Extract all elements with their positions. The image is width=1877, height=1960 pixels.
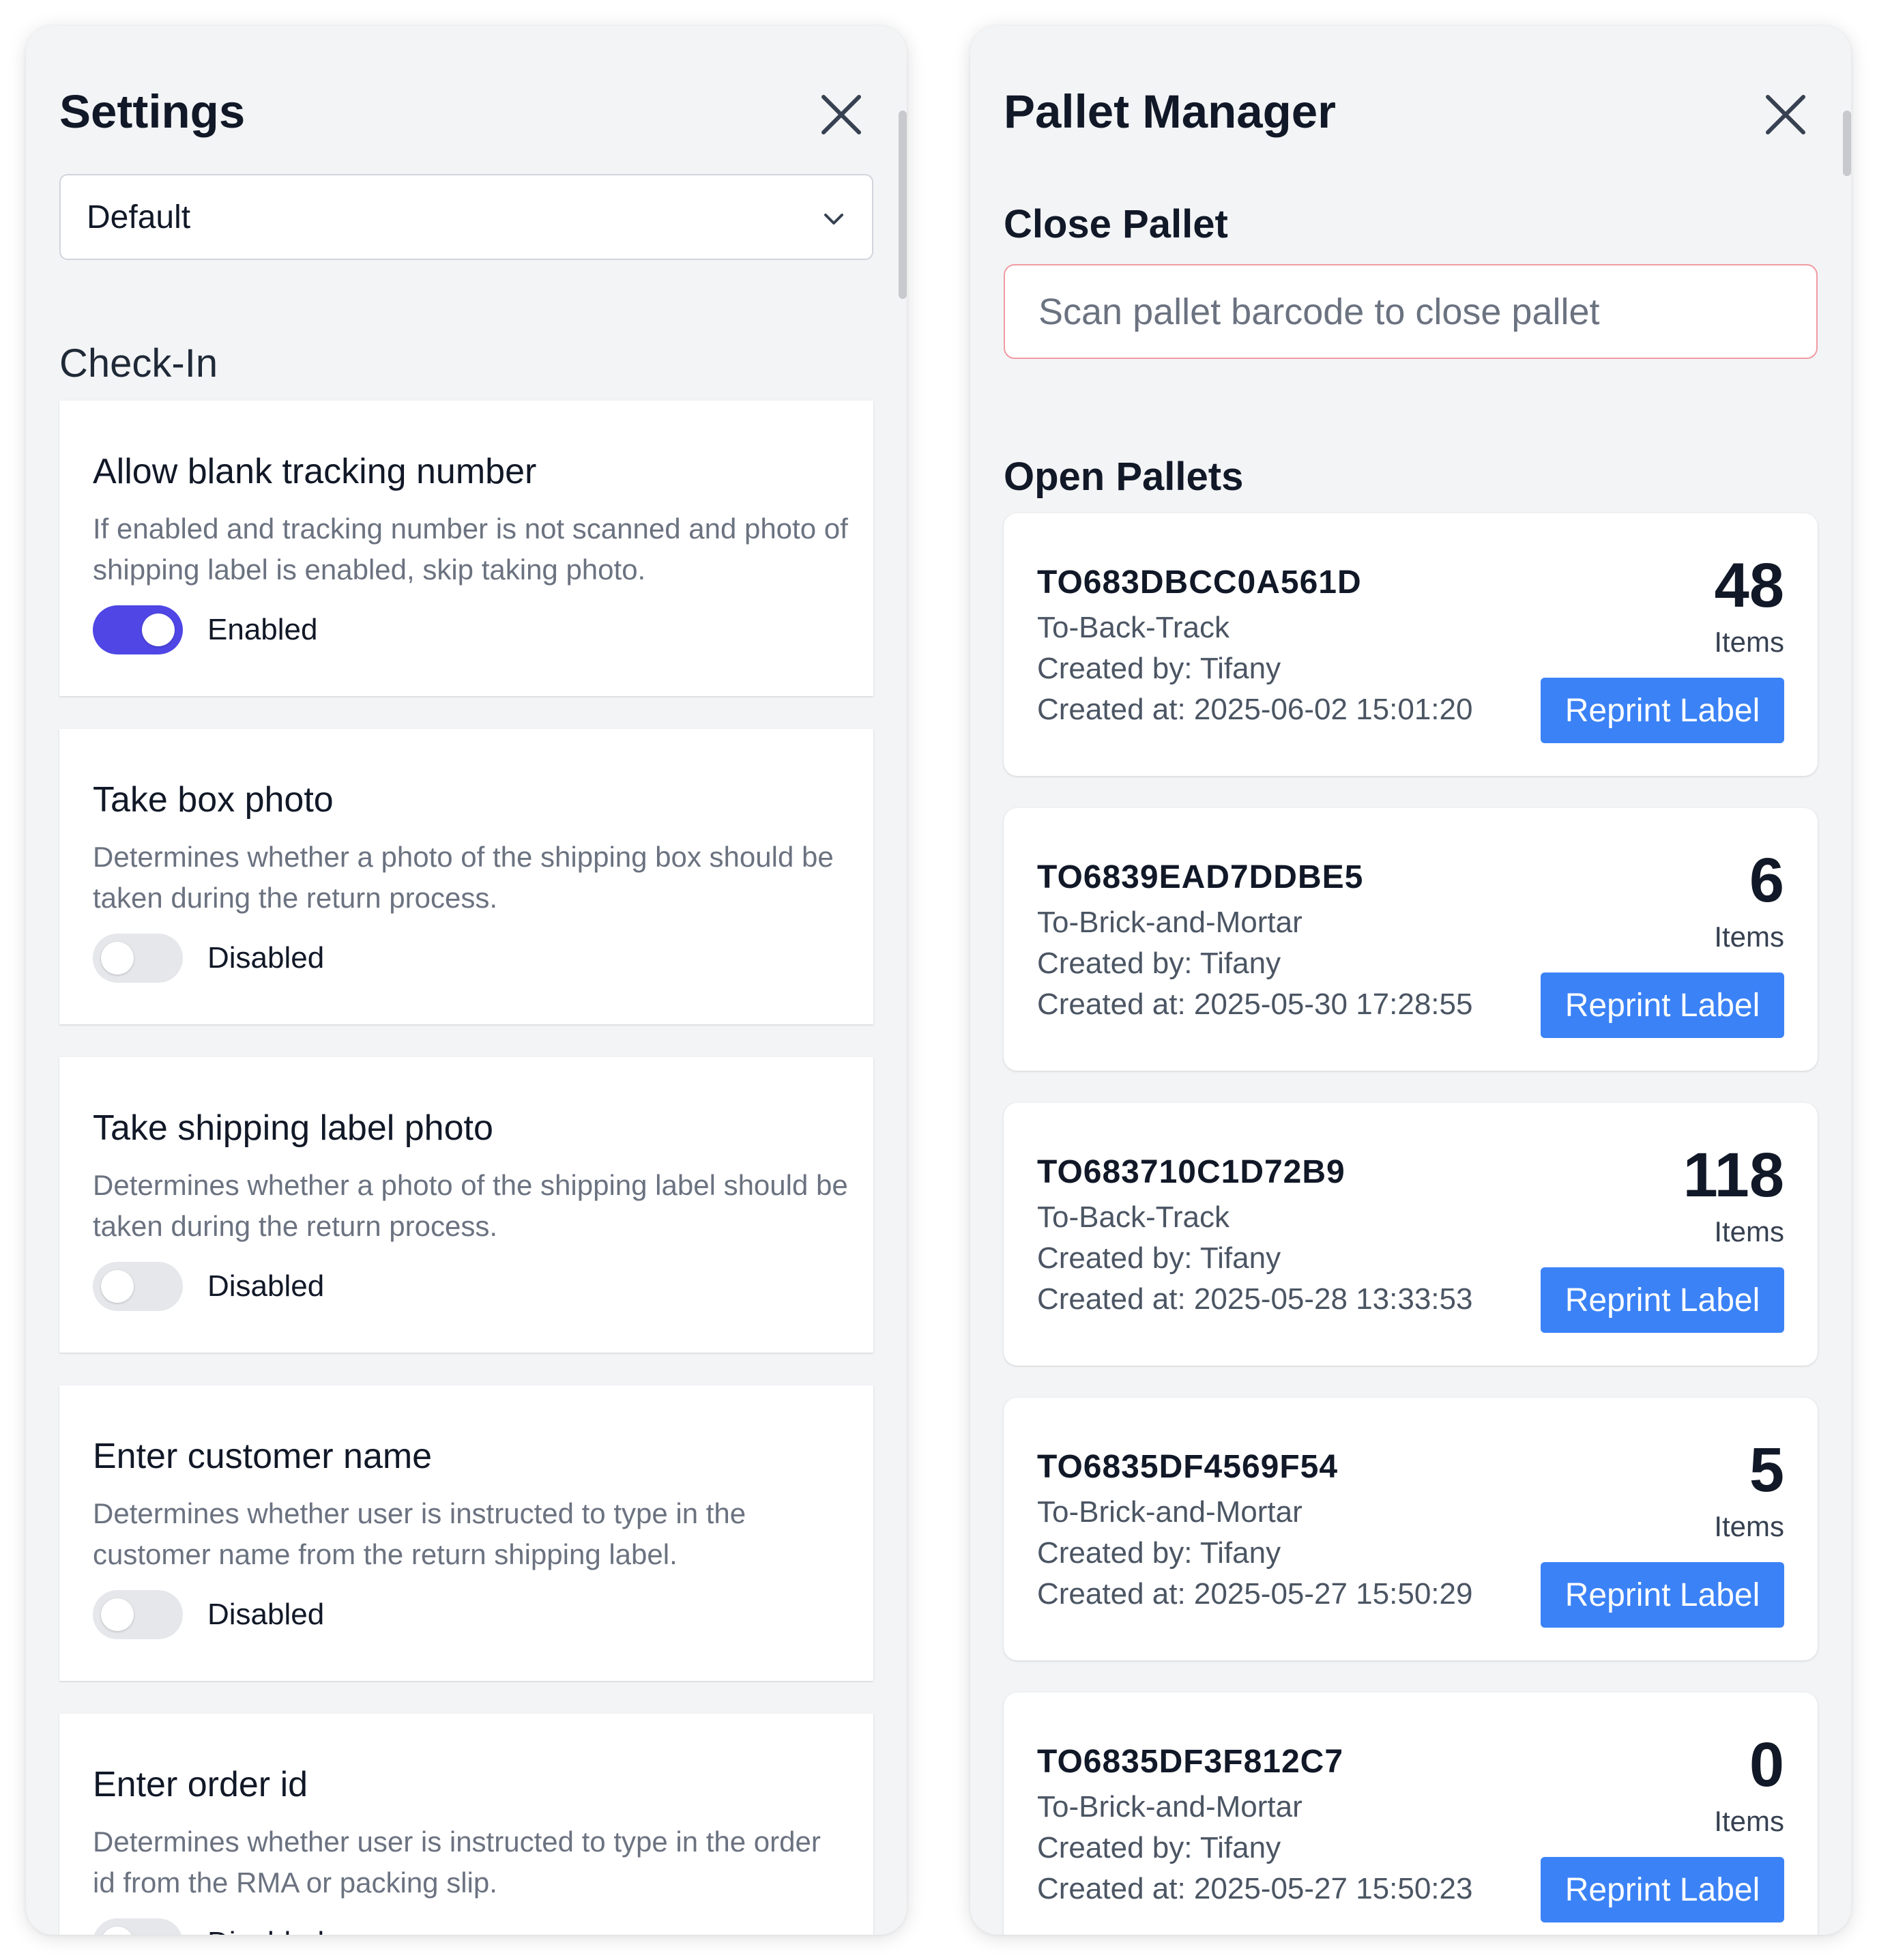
- open-pallets-heading: Open Pallets: [1004, 455, 1244, 499]
- setting-description: Determines whether a photo of the shippi…: [93, 1169, 848, 1242]
- pallet-card: TO6835DF3F812C7 To-Brick-and-Mortar Crea…: [1004, 1692, 1818, 1935]
- pallet-manager-close-button[interactable]: [1765, 94, 1806, 135]
- pallet-destination: To-Back-Track: [1037, 1200, 1229, 1234]
- setting-description: If enabled and tracking number is not sc…: [93, 513, 848, 586]
- toggle-status: Disabled: [207, 941, 325, 975]
- pallet-created-by: Created by: Tifany: [1037, 652, 1281, 685]
- pallet-id: TO6835DF3F812C7: [1037, 1744, 1344, 1780]
- reprint-label-button[interactable]: Reprint Label: [1541, 1857, 1784, 1922]
- pallet-card: TO683DBCC0A561D To-Back-Track Created by…: [1004, 513, 1818, 776]
- pallet-destination: To-Back-Track: [1037, 611, 1229, 644]
- close-pallet-heading: Close Pallet: [1004, 202, 1228, 246]
- setting-title: Take shipping label photo: [93, 1108, 493, 1148]
- pallet-item-count: 6: [1749, 846, 1784, 915]
- pallet-id: TO683710C1D72B9: [1037, 1154, 1345, 1190]
- settings-panel: Settings Default Check-In Allow blank tr…: [26, 26, 907, 1935]
- pallet-card: TO6835DF4569F54 To-Brick-and-Mortar Crea…: [1004, 1398, 1818, 1660]
- toggle-knob: [101, 1598, 134, 1631]
- setting-description: Determines whether a photo of the shippi…: [93, 841, 834, 914]
- toggle-knob: [101, 1270, 134, 1303]
- setting-toggle-row[interactable]: Disabled: [93, 1590, 324, 1639]
- pallet-items-label: Items: [1714, 1215, 1784, 1248]
- toggle-status: Disabled: [207, 1598, 325, 1631]
- pallet-created-at: Created at: 2025-05-30 17:28:55: [1037, 988, 1473, 1021]
- pallet-destination: To-Brick-and-Mortar: [1037, 1495, 1303, 1529]
- setting-title: Enter customer name: [93, 1437, 433, 1476]
- pallet-items-label: Items: [1714, 626, 1784, 658]
- pallet-created-by: Created by: Tifany: [1037, 1536, 1281, 1570]
- pallet-created-by: Created by: Tifany: [1037, 1241, 1281, 1275]
- pallet-created-by: Created by: Tifany: [1037, 947, 1281, 980]
- settings-scrollbar[interactable]: [899, 111, 907, 299]
- toggle-switch[interactable]: [93, 605, 183, 654]
- check-in-heading: Check-In: [59, 341, 218, 386]
- pallet-destination: To-Brick-and-Mortar: [1037, 906, 1303, 939]
- pallet-item-count: 0: [1749, 1730, 1784, 1800]
- pallet-card: TO6839EAD7DDBE5 To-Brick-and-Mortar Crea…: [1004, 808, 1818, 1071]
- pallet-item-count: 118: [1683, 1140, 1784, 1210]
- pallet-id: TO683DBCC0A561D: [1037, 564, 1362, 601]
- pallet-created-by: Created by: Tifany: [1037, 1831, 1281, 1864]
- close-icon: [1766, 95, 1805, 134]
- pallet-manager-panel: Pallet Manager Close Pallet Open Pallets…: [970, 26, 1851, 1935]
- setting-description: Determines whether user is instructed to…: [93, 1497, 746, 1570]
- setting-card-take-box-photo: Take box photo Determines whether a phot…: [59, 729, 873, 1024]
- close-icon: [821, 95, 861, 134]
- toggle-status: Disabled: [207, 1269, 325, 1303]
- setting-title: Take box photo: [93, 780, 334, 820]
- reprint-label-button[interactable]: Reprint Label: [1541, 678, 1784, 743]
- pallet-manager-scrollbar[interactable]: [1843, 111, 1851, 176]
- setting-card-enter-order-id: Enter order id Determines whether user i…: [59, 1714, 873, 1935]
- pallet-item-count: 5: [1749, 1435, 1784, 1505]
- pallet-items-label: Items: [1714, 1510, 1784, 1542]
- pallet-id: TO6835DF4569F54: [1037, 1449, 1339, 1485]
- pallet-created-at: Created at: 2025-05-27 15:50:23: [1037, 1872, 1473, 1905]
- profile-select-value: Default: [87, 199, 191, 235]
- pallet-created-at: Created at: 2025-06-02 15:01:20: [1037, 693, 1473, 726]
- toggle-switch[interactable]: [93, 934, 183, 983]
- setting-title: Allow blank tracking number: [93, 452, 537, 491]
- setting-toggle-row[interactable]: Disabled: [93, 934, 324, 983]
- setting-card-allow-blank-tracking: Allow blank tracking number If enabled a…: [59, 401, 873, 696]
- toggle-switch[interactable]: [93, 1918, 183, 1935]
- pallet-items-label: Items: [1714, 1805, 1784, 1837]
- setting-toggle-row[interactable]: Disabled: [93, 1918, 324, 1935]
- pallet-destination: To-Brick-and-Mortar: [1037, 1790, 1303, 1824]
- pallet-id: TO6839EAD7DDBE5: [1037, 859, 1364, 895]
- chevron-down-icon: [824, 214, 843, 225]
- setting-description: Determines whether user is instructed to…: [93, 1826, 821, 1899]
- reprint-label-button[interactable]: Reprint Label: [1541, 1267, 1784, 1333]
- pallet-card: TO683710C1D72B9 To-Back-Track Created by…: [1004, 1103, 1818, 1366]
- toggle-switch[interactable]: [93, 1262, 183, 1311]
- settings-close-button[interactable]: [821, 94, 862, 135]
- setting-toggle-row[interactable]: Disabled: [93, 1262, 324, 1311]
- settings-title: Settings: [59, 85, 246, 138]
- setting-card-enter-customer-name: Enter customer name Determines whether u…: [59, 1385, 873, 1681]
- pallet-item-count: 48: [1714, 551, 1784, 620]
- toggle-knob: [101, 942, 134, 975]
- pallet-items-label: Items: [1714, 921, 1784, 953]
- pallet-created-at: Created at: 2025-05-28 13:33:53: [1037, 1282, 1473, 1316]
- toggle-knob: [101, 1927, 134, 1935]
- toggle-switch[interactable]: [93, 1590, 183, 1639]
- profile-select[interactable]: Default: [59, 174, 873, 260]
- toggle-status: Enabled: [207, 613, 318, 646]
- reprint-label-button[interactable]: Reprint Label: [1541, 972, 1784, 1038]
- setting-card-take-shipping-label-photo: Take shipping label photo Determines whe…: [59, 1057, 873, 1353]
- pallet-manager-title: Pallet Manager: [1004, 85, 1337, 138]
- scan-pallet-barcode-input[interactable]: [1004, 264, 1818, 359]
- reprint-label-button[interactable]: Reprint Label: [1541, 1562, 1784, 1628]
- setting-toggle-row[interactable]: Enabled: [93, 605, 317, 654]
- toggle-knob: [142, 614, 175, 646]
- pallet-created-at: Created at: 2025-05-27 15:50:29: [1037, 1577, 1473, 1611]
- toggle-status: Disabled: [207, 1926, 324, 1935]
- setting-title: Enter order id: [93, 1765, 308, 1804]
